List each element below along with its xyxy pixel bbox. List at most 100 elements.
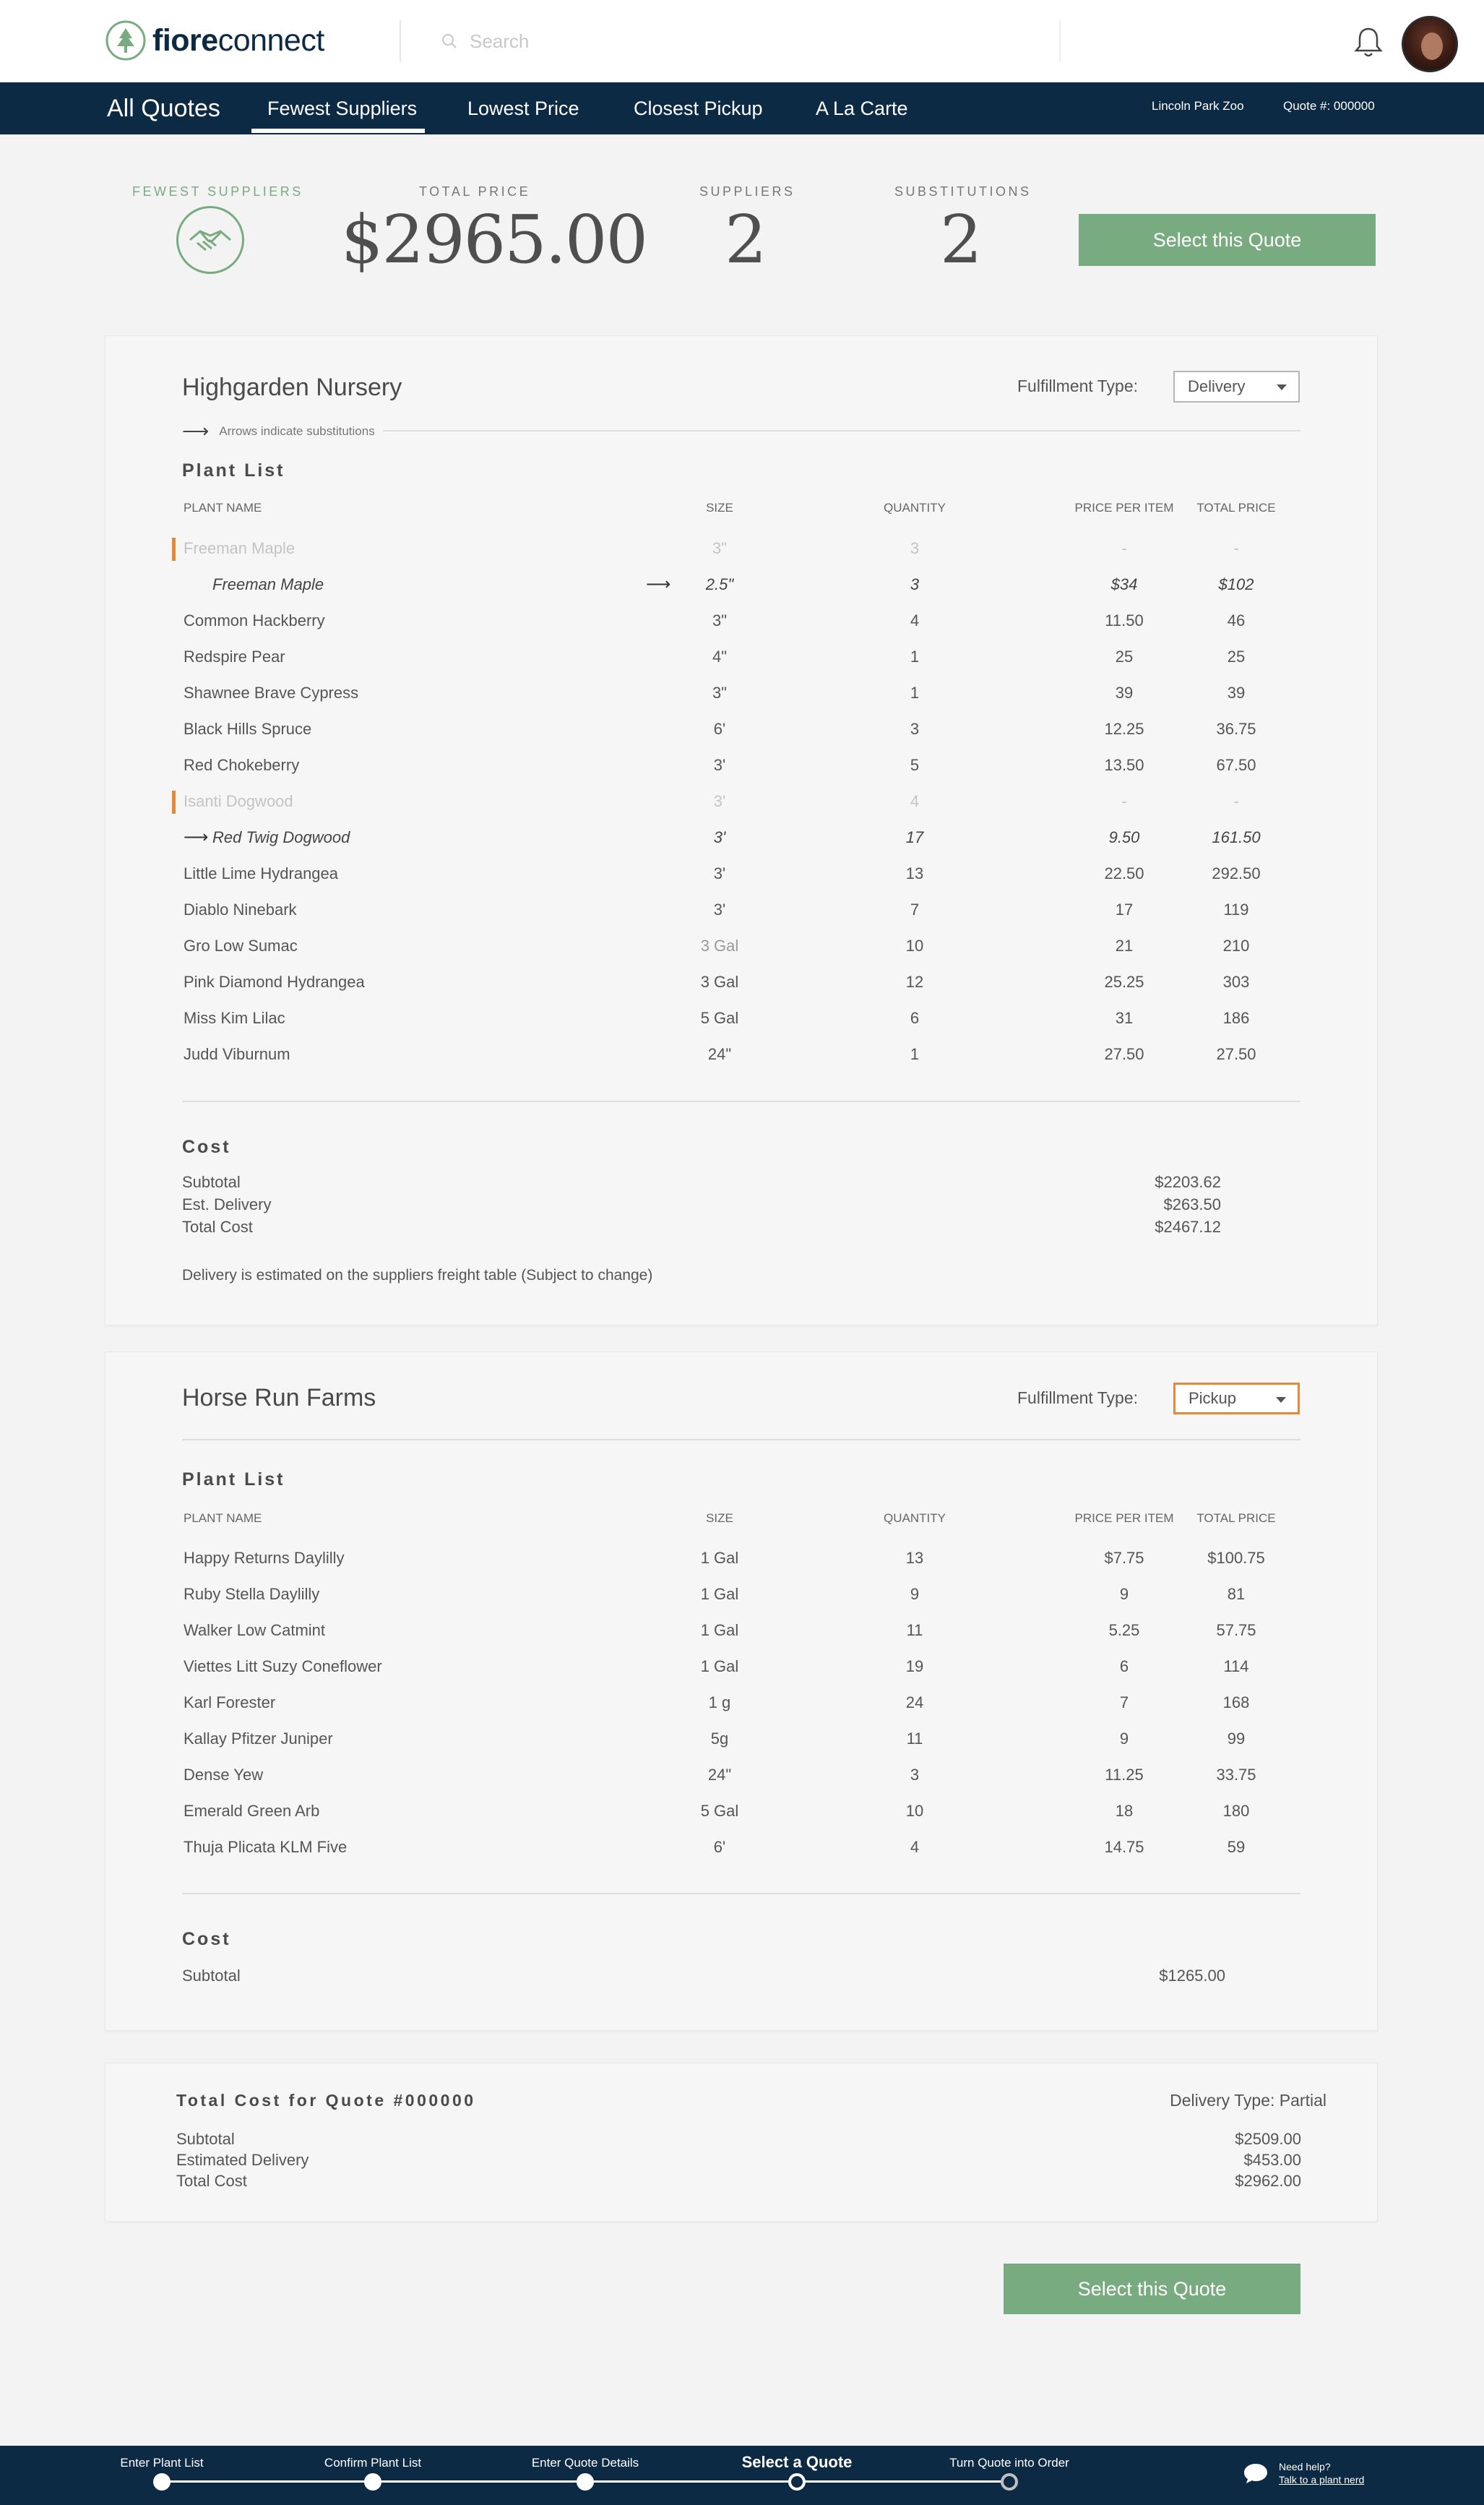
- brand-name: fioreconnect: [152, 22, 324, 58]
- plant-qty: 10: [905, 937, 924, 955]
- quote-total-panel: Total Cost for Quote #000000 Delivery Ty…: [105, 2063, 1378, 2222]
- nav-all-quotes[interactable]: All Quotes: [107, 82, 220, 134]
- plant-total-price: 168: [1222, 1693, 1250, 1711]
- table-row[interactable]: Karl Forester 1 g 24 7 168: [105, 1685, 1379, 1721]
- plant-list-heading: Plant List: [182, 1469, 285, 1490]
- table-row[interactable]: Kallay Pfitzer Juniper 5g 11 9 99: [105, 1721, 1379, 1757]
- top-bar: fioreconnect: [0, 0, 1484, 82]
- tab-a-la-carte[interactable]: A La Carte: [816, 82, 908, 134]
- plant-size: 3 Gal: [700, 973, 739, 991]
- table-row[interactable]: Emerald Green Arb 5 Gal 10 18 180: [105, 1793, 1379, 1829]
- arrow-right-icon: ⟶: [646, 575, 671, 594]
- plant-size: 6': [713, 720, 726, 738]
- table-row[interactable]: Freeman Maple 3" 3 - -: [105, 530, 1379, 567]
- step-dot-turn-quote-into-order[interactable]: [1001, 2473, 1018, 2491]
- plant-qty: 10: [905, 1802, 924, 1820]
- table-row[interactable]: Walker Low Catmint 1 Gal 11 5.25 57.75: [105, 1612, 1379, 1649]
- select-quote-button-top[interactable]: Select this Quote: [1079, 214, 1376, 266]
- substitution-legend-text: Arrows indicate substitutions: [219, 424, 375, 438]
- step-dot-confirm-plant-list[interactable]: [364, 2473, 381, 2491]
- fulfillment-label: Fulfillment Type:: [1017, 377, 1139, 395]
- table-row[interactable]: Little Lime Hydrangea 3' 13 22.50 292.50: [105, 856, 1379, 892]
- plant-name: Happy Returns Daylilly: [184, 1549, 345, 1567]
- table-row[interactable]: Red Chokeberry 3' 5 13.50 67.50: [105, 747, 1379, 783]
- step-dot-select-a-quote[interactable]: [788, 2473, 806, 2491]
- table-row[interactable]: Diablo Ninebark 3' 7 17 119: [105, 892, 1379, 928]
- divider: [182, 1893, 1300, 1894]
- plant-size: 3': [713, 792, 726, 810]
- table-row[interactable]: Judd Viburnum 24" 1 27.50 27.50: [105, 1036, 1379, 1073]
- fulfillment-select[interactable]: Pickup: [1173, 1383, 1300, 1414]
- table-row[interactable]: Freeman Maple ⟶ 2.5" 3 $34 $102: [105, 567, 1379, 603]
- badge-label: Fewest Suppliers: [132, 184, 303, 199]
- table-row[interactable]: Ruby Stella Daylilly 1 Gal 9 9 81: [105, 1576, 1379, 1612]
- plant-total-price: 303: [1222, 973, 1250, 991]
- plant-qty: 1: [910, 1045, 920, 1063]
- cost-heading: Cost: [182, 1137, 231, 1157]
- table-row[interactable]: Redspire Pear 4" 1 25 25: [105, 639, 1379, 675]
- table-row[interactable]: Dense Yew 24" 3 11.25 33.75: [105, 1757, 1379, 1793]
- suppliers-label: Suppliers: [699, 184, 795, 199]
- supplier-name: Horse Run Farms: [182, 1384, 376, 1412]
- active-tab-indicator: [251, 129, 425, 133]
- bell-icon[interactable]: [1353, 25, 1384, 59]
- plant-price-per-item: -: [1121, 792, 1127, 810]
- step-label-select-a-quote: Select a Quote: [741, 2453, 853, 2471]
- plant-size: 3': [713, 828, 726, 846]
- plant-price-per-item: 21: [1115, 937, 1134, 955]
- plant-name: Thuja Plicata KLM Five: [184, 1838, 348, 1856]
- plant-size: 3": [712, 611, 728, 630]
- plant-name: Freeman Maple: [212, 575, 324, 593]
- cost-label-total: Total Cost: [182, 1218, 253, 1236]
- step-dot-enter-plant-list[interactable]: [153, 2473, 171, 2491]
- quote-total-heading: Total Cost for Quote #000000: [176, 2091, 476, 2110]
- col-price-per-item: Price Per Item: [1074, 1511, 1174, 1525]
- table-row[interactable]: Common Hackberry 3" 4 11.50 46: [105, 603, 1379, 639]
- search-bar[interactable]: [441, 29, 759, 53]
- tab-closest-pickup[interactable]: Closest Pickup: [634, 82, 763, 134]
- plant-size: 3': [713, 756, 726, 774]
- tab-fewest-suppliers[interactable]: Fewest Suppliers: [267, 82, 417, 134]
- table-row[interactable]: ⟶ Red Twig Dogwood 3' 17 9.50 161.50: [105, 820, 1379, 856]
- substitution-legend: ⟶ Arrows indicate substitutions: [182, 420, 375, 442]
- total-label-total: Total Cost: [176, 2172, 247, 2190]
- fulfillment-select[interactable]: Delivery: [1173, 371, 1300, 403]
- logo[interactable]: fioreconnect: [105, 19, 324, 62]
- total-label-delivery: Estimated Delivery: [176, 2151, 309, 2169]
- select-quote-button-bottom[interactable]: Select this Quote: [1004, 2264, 1300, 2314]
- table-row[interactable]: Shawnee Brave Cypress 3" 1 39 39: [105, 675, 1379, 711]
- removed-marker: [172, 791, 176, 814]
- table-row[interactable]: Viettes Litt Suzy Coneflower 1 Gal 19 6 …: [105, 1649, 1379, 1685]
- table-row[interactable]: Happy Returns Daylilly 1 Gal 13 $7.75 $1…: [105, 1540, 1379, 1576]
- table-row[interactable]: Pink Diamond Hydrangea 3 Gal 12 25.25 30…: [105, 964, 1379, 1000]
- total-label-subtotal: Subtotal: [176, 2130, 235, 2148]
- talk-to-plant-nerd-link[interactable]: Talk to a plant nerd: [1279, 2474, 1364, 2485]
- step-dot-enter-quote-details[interactable]: [577, 2473, 594, 2491]
- plant-name: Diablo Ninebark: [184, 901, 297, 919]
- plant-size: 3': [713, 864, 726, 882]
- help-title: Need help?: [1279, 2461, 1331, 2472]
- plant-total-price: 180: [1222, 1802, 1250, 1820]
- avatar[interactable]: [1402, 16, 1458, 72]
- divider: [1059, 20, 1061, 62]
- tab-lowest-price[interactable]: Lowest Price: [467, 82, 579, 134]
- plant-price-per-item: 9.50: [1108, 828, 1140, 846]
- search-input[interactable]: [470, 30, 759, 53]
- help-widget[interactable]: Need help? Talk to a plant nerd: [1243, 2460, 1364, 2486]
- table-row[interactable]: Miss Kim Lilac 5 Gal 6 31 186: [105, 1000, 1379, 1036]
- divider: [383, 430, 1300, 431]
- plant-price-per-item: 7: [1119, 1693, 1129, 1711]
- plant-name: Red Twig Dogwood: [212, 828, 350, 846]
- plant-qty: 3: [910, 1766, 920, 1784]
- divider: [182, 1101, 1300, 1102]
- table-row[interactable]: Isanti Dogwood 3' 4 - -: [105, 783, 1379, 820]
- table-row[interactable]: Gro Low Sumac 3 Gal 10 21 210: [105, 928, 1379, 964]
- plant-name: Dense Yew: [184, 1766, 264, 1784]
- fulfillment-value: Delivery: [1188, 377, 1246, 395]
- table-row[interactable]: Thuja Plicata KLM Five 6' 4 14.75 59: [105, 1829, 1379, 1865]
- quote-number-label: Quote #: 000000: [1283, 99, 1375, 113]
- table-row[interactable]: Black Hills Spruce 6' 3 12.25 36.75: [105, 711, 1379, 747]
- plant-name: Kallay Pfitzer Juniper: [184, 1730, 333, 1748]
- plant-qty: 1: [910, 648, 920, 666]
- col-total-price: Total Price: [1196, 501, 1276, 515]
